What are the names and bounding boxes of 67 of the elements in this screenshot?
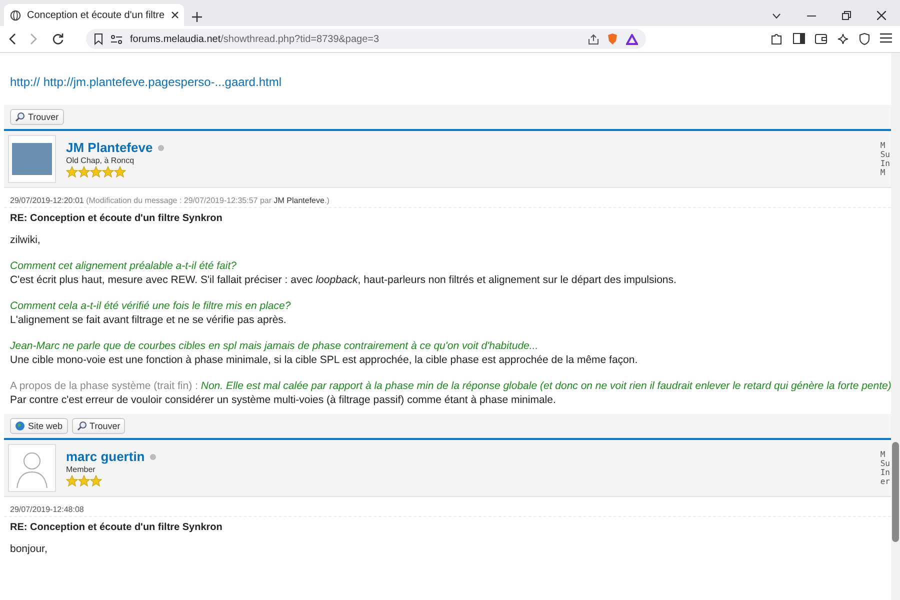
user-stat: M: [880, 141, 886, 150]
author-name[interactable]: JM Plantefeve: [66, 140, 153, 155]
user-rank: Member: [66, 465, 96, 474]
wallet-icon[interactable]: [815, 33, 827, 44]
quoted-question: Comment cela a-t-il été vérifié une fois le filtre mis en place?: [10, 300, 292, 312]
star-icon: [114, 166, 126, 178]
share-icon[interactable]: [588, 34, 599, 44]
globe-icon: [15, 421, 25, 431]
star-icon: [90, 475, 102, 487]
photo-placeholder: [12, 143, 52, 175]
post-text: L'alignement se fait avant filtrage et ne se vérifie pas après.: [10, 314, 288, 326]
author-name[interactable]: marc guertin: [66, 449, 145, 464]
shield-icon[interactable]: [859, 33, 870, 45]
post-text: Une cible mono-voie est une fonction à phase minimale, si la cible SPL est approchée, la cible phase est approchée de la même façon.: [10, 354, 639, 366]
restore-icon[interactable]: [842, 11, 851, 20]
user-stat: er: [880, 477, 890, 486]
post-date: 29/07/2019-12:48:08: [10, 505, 84, 514]
tab-title: Conception et écoute d'un filtre: [27, 10, 165, 20]
find-button[interactable]: Trouver: [72, 418, 126, 434]
bookmark-icon[interactable]: [94, 33, 103, 45]
star-icon: [66, 475, 78, 487]
sidebar-icon[interactable]: [793, 33, 805, 44]
close-icon[interactable]: [877, 11, 886, 20]
browser-tab[interactable]: Conception et écoute d'un filtre: [4, 4, 184, 26]
sparkle-icon[interactable]: [837, 33, 849, 45]
user-stat: M: [880, 168, 886, 177]
star-icon: [78, 166, 90, 178]
menu-icon[interactable]: [880, 33, 892, 43]
quoted-question: Jean-Marc ne parle que de courbes cibles en spl mais jamais de phase contrairement à ce qu'on voit d'habitude...: [10, 340, 540, 352]
website-button[interactable]: Site web: [10, 418, 68, 434]
star-icon: [102, 166, 114, 178]
chevron-down-icon[interactable]: [772, 12, 781, 18]
quoted-question: Non. Elle est mal calée par rapport à la phase min de la réponse globale (et donc on ne voit rien il faudrait enlever le retard qui génère la forte pente): [200, 380, 891, 392]
magnifier-icon: [15, 112, 25, 122]
post-title: RE: Conception et écoute d'un filtre Synkron: [9, 521, 224, 535]
post-text: Par contre c'est erreur de vouloir considérer un système multi-voies (à filtrage passif) comme étant à phase minimale.: [10, 394, 557, 406]
globe-icon: [10, 10, 21, 20]
magnifier-icon: [76, 421, 87, 431]
minimize-icon[interactable]: [807, 14, 816, 16]
post-date: 29/07/2019-12:20:01: [10, 196, 84, 205]
star-icon: [66, 166, 78, 178]
user-rank: Old Chap, à Roncq: [66, 156, 136, 165]
star-icon: [90, 166, 102, 178]
address-bar[interactable]: forums.melaudia.net/showthread.php?tid=8739&page=3: [86, 29, 646, 49]
post-text: C'est écrit plus haut, mesure avec REW. S'il fallait préciser : avec loopback, haut-parleurs non filtrés et alignement sur le départ des impulsions.: [10, 274, 678, 286]
quote-label: A propos de la phase système (trait fin) :: [10, 380, 198, 392]
close-icon[interactable]: [170, 11, 179, 19]
site-settings-icon[interactable]: [111, 34, 122, 44]
post-text: zilwiki,: [10, 234, 42, 246]
post-title: RE: Conception et écoute d'un filtre Synkron: [9, 212, 224, 226]
user-stat: Su: [880, 459, 890, 468]
link[interactable]: http:// http://jm.plantefeve.pagesperso-...gaard.html: [4, 75, 288, 105]
user-stat: M: [880, 450, 886, 459]
star-icon: [78, 475, 90, 487]
scrollbar[interactable]: [891, 53, 900, 600]
user-stat: In: [880, 468, 890, 477]
back-icon[interactable]: [8, 33, 16, 45]
quoted-question: Comment cet alignement préalable a-t-il été fait?: [10, 260, 238, 272]
edit-note: (Modification du message : 29/07/2019-12:35:57 par JM Plantefeve.): [86, 196, 330, 205]
user-stat: Su: [880, 150, 890, 159]
find-button[interactable]: Trouver: [10, 109, 64, 125]
triangle-icon[interactable]: [626, 34, 638, 44]
post-text: bonjour,: [10, 543, 48, 555]
reload-icon[interactable]: [52, 33, 64, 45]
new-tab-icon[interactable]: [192, 12, 202, 22]
url-text: forums.melaudia.net/showthread.php?tid=8739&page=3: [130, 34, 380, 44]
user-stat: In: [880, 159, 890, 168]
